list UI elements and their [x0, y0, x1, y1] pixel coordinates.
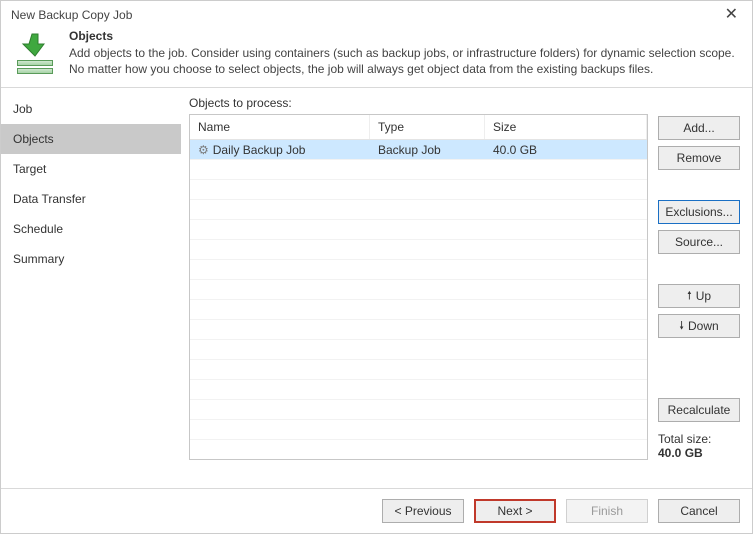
table-header: Name Type Size [190, 115, 647, 140]
table-row-empty [190, 380, 647, 400]
arrow-down-icon: 🠗 [679, 317, 684, 336]
total-size-value: 40.0 GB [658, 446, 740, 460]
objects-table: Name Type Size ⚙Daily Backup JobBackup J… [189, 114, 648, 460]
header-description: Add objects to the job. Consider using c… [69, 45, 742, 77]
download-arrow-icon [20, 32, 50, 58]
table-row-empty [190, 320, 647, 340]
storage-bars-icon [17, 60, 53, 74]
titlebar: New Backup Copy Job ✕ [1, 1, 752, 25]
gear-icon: ⚙ [198, 144, 209, 156]
table-row-empty [190, 360, 647, 380]
table-row-empty [190, 220, 647, 240]
sidebar-item-data-transfer[interactable]: Data Transfer [1, 184, 181, 214]
sidebar-item-schedule[interactable]: Schedule [1, 214, 181, 244]
table-row-empty [190, 440, 647, 460]
add-button[interactable]: Add... [658, 116, 740, 140]
cell-size: 40.0 GB [485, 143, 647, 157]
recalculate-button[interactable]: Recalculate [658, 398, 740, 422]
table-row-empty [190, 280, 647, 300]
cell-name: ⚙Daily Backup Job [190, 143, 370, 157]
down-button[interactable]: 🠗Down [658, 314, 740, 338]
footer: < Previous Next > Finish Cancel [1, 488, 752, 533]
cancel-button[interactable]: Cancel [658, 499, 740, 523]
table-row-empty [190, 340, 647, 360]
arrow-up-icon: 🠕 [687, 287, 692, 306]
table-row-empty [190, 260, 647, 280]
table-row-empty [190, 180, 647, 200]
header: Objects Add objects to the job. Consider… [1, 25, 752, 87]
table-row-empty [190, 200, 647, 220]
wizard-step-icon [11, 29, 59, 77]
header-heading: Objects [69, 29, 742, 43]
body: Job Objects Target Data Transfer Schedul… [1, 88, 752, 468]
sidebar-item-objects[interactable]: Objects [1, 124, 181, 154]
sidebar-item-target[interactable]: Target [1, 154, 181, 184]
sidebar-item-summary[interactable]: Summary [1, 244, 181, 274]
up-button[interactable]: 🠕Up [658, 284, 740, 308]
finish-button: Finish [566, 499, 648, 523]
table-row-empty [190, 420, 647, 440]
sidebar: Job Objects Target Data Transfer Schedul… [1, 88, 181, 468]
close-icon[interactable]: ✕ [721, 7, 742, 23]
objects-label: Objects to process: [189, 96, 648, 110]
cell-type: Backup Job [370, 143, 485, 157]
header-text: Objects Add objects to the job. Consider… [69, 29, 742, 77]
objects-column: Objects to process: Name Type Size ⚙Dail… [189, 96, 648, 460]
main: Objects to process: Name Type Size ⚙Dail… [181, 88, 752, 468]
total-size-label: Total size: [658, 432, 740, 446]
table-row-empty [190, 240, 647, 260]
table-row[interactable]: ⚙Daily Backup JobBackup Job40.0 GB [190, 140, 647, 160]
side-button-panel: Add... Remove Exclusions... Source... 🠕U… [658, 96, 740, 460]
source-button[interactable]: Source... [658, 230, 740, 254]
table-row-empty [190, 160, 647, 180]
table-row-empty [190, 400, 647, 420]
table-body: ⚙Daily Backup JobBackup Job40.0 GB [190, 140, 647, 460]
window-title: New Backup Copy Job [11, 8, 132, 22]
next-button[interactable]: Next > [474, 499, 556, 523]
table-row-empty [190, 300, 647, 320]
remove-button[interactable]: Remove [658, 146, 740, 170]
exclusions-button[interactable]: Exclusions... [658, 200, 740, 224]
col-header-name[interactable]: Name [190, 115, 370, 139]
col-header-size[interactable]: Size [485, 115, 647, 139]
col-header-type[interactable]: Type [370, 115, 485, 139]
sidebar-item-job[interactable]: Job [1, 94, 181, 124]
previous-button[interactable]: < Previous [382, 499, 464, 523]
totals: Total size: 40.0 GB [658, 432, 740, 460]
